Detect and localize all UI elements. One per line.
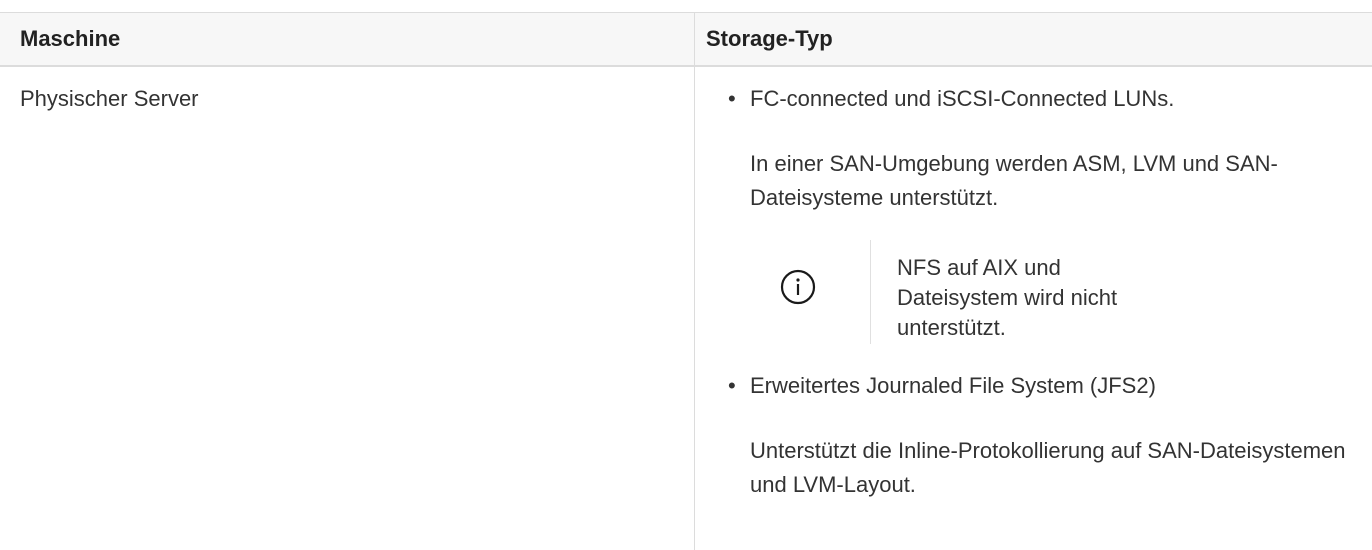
note-divider: [870, 240, 871, 344]
header-machine: Maschine: [20, 26, 121, 51]
note-text: NFS auf AIX und Dateisystem wird nicht u…: [897, 255, 1118, 340]
bullet: •: [728, 86, 736, 111]
machine-cell: Physischer Server: [20, 86, 199, 111]
table-header-row: Maschine Storage-Typ: [0, 13, 1372, 67]
header-storage-type: Storage-Typ: [706, 26, 833, 51]
note-box: NFS auf AIX und Dateisystem wird nicht u…: [750, 240, 1350, 344]
list-item-paragraph: Unterstützt die Inline-Protokollierung a…: [750, 438, 1346, 497]
list-item-text: FC-connected und iSCSI-Connected LUNs.: [750, 86, 1175, 111]
info-icon: [780, 269, 816, 305]
list-item-text: Erweitertes Journaled File System (JFS2): [750, 373, 1156, 398]
storage-table: Maschine Storage-Typ Physischer Server •…: [0, 12, 1372, 550]
bullet: •: [728, 373, 736, 398]
list-item-paragraph: In einer SAN-Umgebung werden ASM, LVM un…: [750, 151, 1278, 210]
column-divider: [694, 13, 695, 550]
